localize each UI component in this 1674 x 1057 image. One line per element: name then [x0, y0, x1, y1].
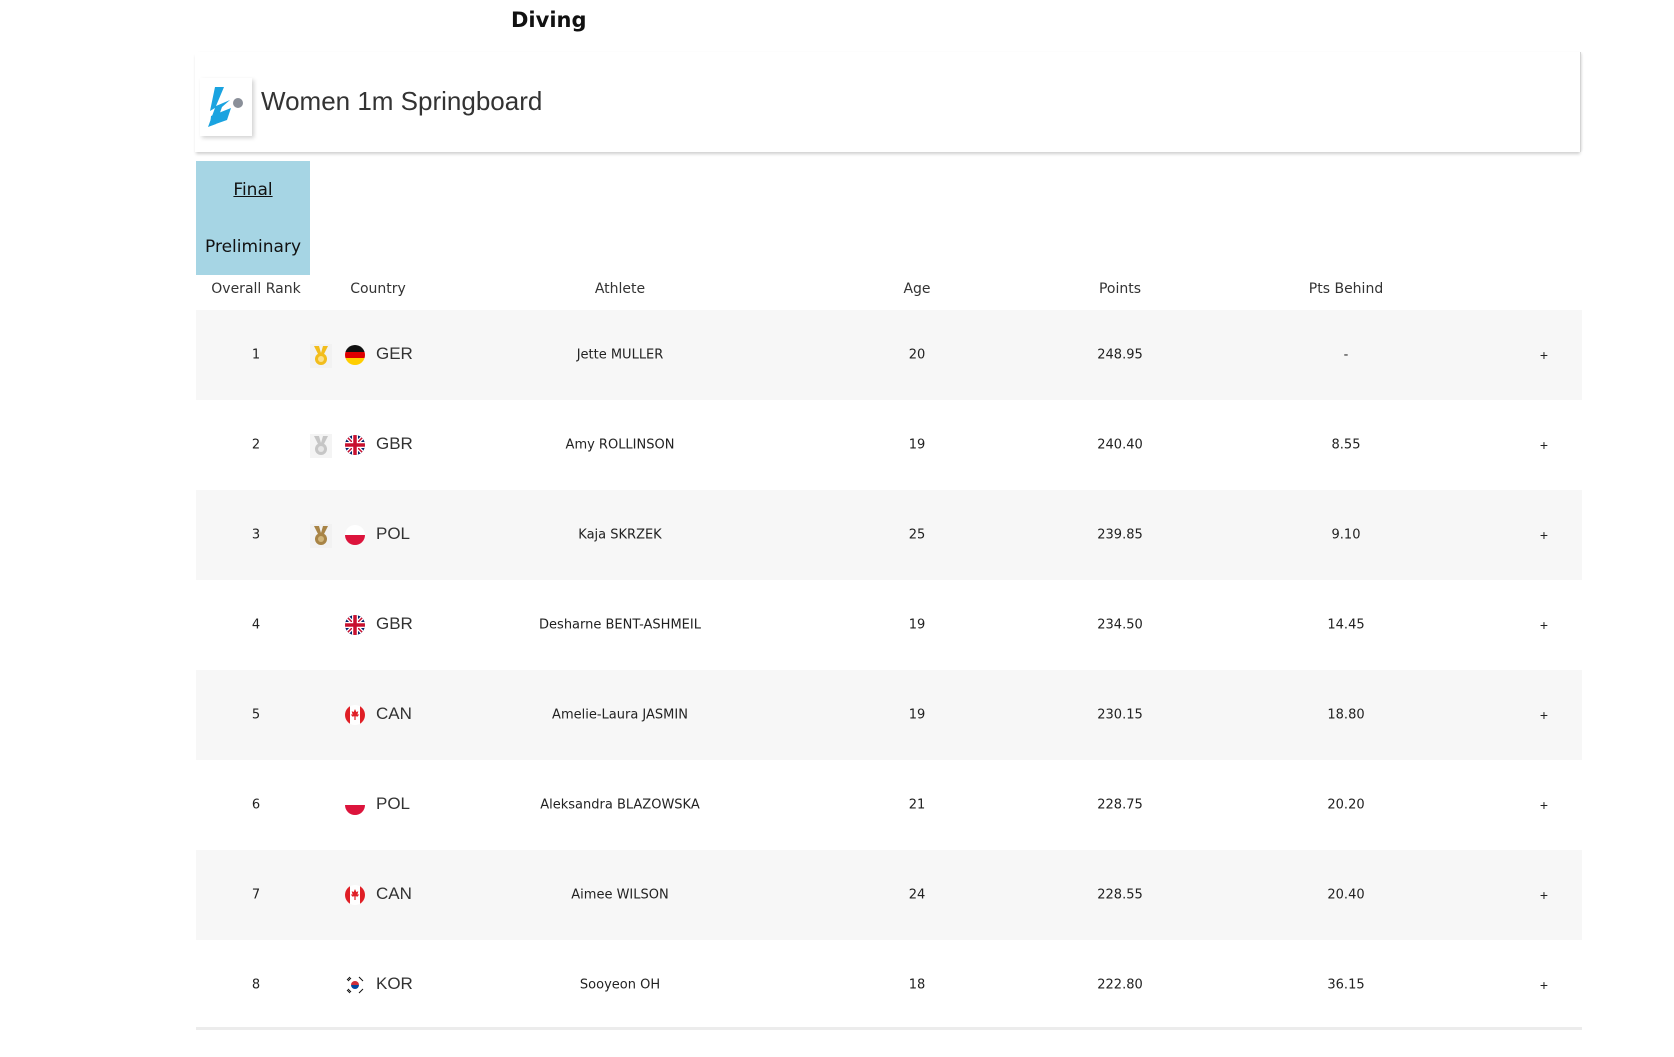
points-cell: 228.55: [1097, 887, 1143, 903]
athlete-name: Sooyeon OH: [579, 977, 661, 993]
pts-behind-cell: -: [1343, 347, 1349, 363]
age-cell: 19: [908, 617, 926, 633]
country-code: GER: [376, 344, 413, 363]
athlete-name: Aleksandra BLAZOWSKA: [540, 797, 700, 813]
rank-cell: 5: [251, 707, 261, 723]
sport-title: Diving: [511, 8, 587, 32]
points-cell: 239.85: [1097, 527, 1143, 543]
country-code: CAN: [376, 704, 412, 723]
expand-row-button[interactable]: +: [1540, 437, 1548, 453]
event-header-card: Women 1m Springboard: [195, 52, 1581, 152]
rank-cell: 4: [251, 617, 261, 633]
country-code: KOR: [376, 974, 413, 993]
silver-medal-icon: [310, 434, 332, 458]
round-tabs: Final Preliminary: [196, 161, 310, 275]
gold-medal-icon: [310, 344, 332, 368]
column-header-rank: Overall Rank: [211, 281, 301, 297]
points-cell: 234.50: [1097, 617, 1143, 633]
athlete-name: Desharne BENT-ASHMEIL: [539, 617, 701, 633]
rank-cell: 3: [251, 527, 261, 543]
athlete-name: Kaja SKRZEK: [578, 527, 662, 543]
age-cell: 19: [908, 707, 926, 723]
country-code: CAN: [376, 884, 412, 903]
table-row[interactable]: 8 KOR Sooyeon OH 18 222.80 36.15 +: [196, 940, 1582, 1030]
points-cell: 222.80: [1097, 977, 1143, 993]
bronze-medal-icon: [310, 524, 332, 548]
athlete-name: Aimee WILSON: [571, 887, 669, 903]
points-cell: 228.75: [1097, 797, 1143, 813]
rank-cell: 7: [251, 887, 261, 903]
expand-row-button[interactable]: +: [1540, 797, 1548, 813]
table-row[interactable]: 3 POL Kaja SKRZEK 25 239.85 9.10 +: [196, 490, 1582, 580]
country-code: POL: [376, 524, 411, 543]
expand-row-button[interactable]: +: [1540, 887, 1548, 903]
country-code: GBR: [376, 614, 413, 633]
points-cell: 230.15: [1097, 707, 1143, 723]
expand-row-button[interactable]: +: [1540, 977, 1548, 993]
pts-behind-cell: 20.20: [1327, 797, 1365, 813]
points-cell: 248.95: [1097, 347, 1143, 363]
event-title: Women 1m Springboard: [261, 86, 543, 116]
south-korea-flag-icon: [345, 975, 365, 995]
athlete-name: Amelie-Laura JASMIN: [552, 707, 688, 723]
canada-flag-icon: [345, 885, 365, 905]
germany-flag-icon: [345, 345, 365, 365]
expand-row-button[interactable]: +: [1540, 527, 1548, 543]
uk-flag-icon: [345, 615, 365, 635]
column-header-age: Age: [903, 281, 931, 297]
age-cell: 18: [908, 977, 926, 993]
pts-behind-cell: 14.45: [1327, 617, 1365, 633]
expand-row-button[interactable]: +: [1540, 707, 1548, 723]
poland-flag-icon: [345, 795, 365, 815]
table-row[interactable]: 1 GER Jette MULLER 20 248.95 - +: [196, 310, 1582, 400]
canada-flag-icon: [345, 705, 365, 725]
athlete-name: Jette MULLER: [576, 347, 664, 363]
pts-behind-cell: 18.80: [1327, 707, 1365, 723]
pts-behind-cell: 20.40: [1327, 887, 1365, 903]
column-header-pts-behind: Pts Behind: [1308, 281, 1384, 297]
tab-final[interactable]: Final: [196, 180, 310, 200]
pts-behind-cell: 36.15: [1327, 977, 1365, 993]
table-row[interactable]: 5 CAN Amelie-Laura JASMIN 19 230.15 18.8…: [196, 670, 1582, 760]
column-header-points: Points: [1098, 281, 1142, 297]
rank-cell: 1: [251, 347, 261, 363]
age-cell: 24: [908, 887, 926, 903]
age-cell: 21: [908, 797, 926, 813]
country-code: POL: [376, 794, 411, 813]
diving-logo-icon: [200, 78, 252, 136]
results-table: 1 GER Jette MULLER 20 248.95 - + 2 GBR A…: [196, 310, 1582, 1030]
pts-behind-cell: 8.55: [1331, 437, 1361, 453]
points-cell: 240.40: [1097, 437, 1143, 453]
rank-cell: 2: [251, 437, 261, 453]
age-cell: 20: [908, 347, 926, 363]
pts-behind-cell: 9.10: [1331, 527, 1361, 543]
column-header-athlete: Athlete: [594, 281, 646, 297]
rank-cell: 6: [251, 797, 261, 813]
country-code: GBR: [376, 434, 413, 453]
table-row[interactable]: 6 POL Aleksandra BLAZOWSKA 21 228.75 20.…: [196, 760, 1582, 850]
uk-flag-icon: [345, 435, 365, 455]
table-row[interactable]: 7 CAN Aimee WILSON 24 228.55 20.40 +: [196, 850, 1582, 940]
column-header-country: Country: [350, 281, 406, 297]
athlete-name: Amy ROLLINSON: [565, 437, 675, 453]
table-row[interactable]: 2 GBR Amy ROLLINSON 19 240.40 8.55 +: [196, 400, 1582, 490]
table-row[interactable]: 4 GBR Desharne BENT-ASHMEIL 19 234.50 14…: [196, 580, 1582, 670]
expand-row-button[interactable]: +: [1540, 617, 1548, 633]
rank-cell: 8: [251, 977, 261, 993]
age-cell: 19: [908, 437, 926, 453]
expand-row-button[interactable]: +: [1540, 347, 1548, 363]
tab-preliminary[interactable]: Preliminary: [196, 237, 310, 257]
age-cell: 25: [908, 527, 926, 543]
poland-flag-icon: [345, 525, 365, 545]
